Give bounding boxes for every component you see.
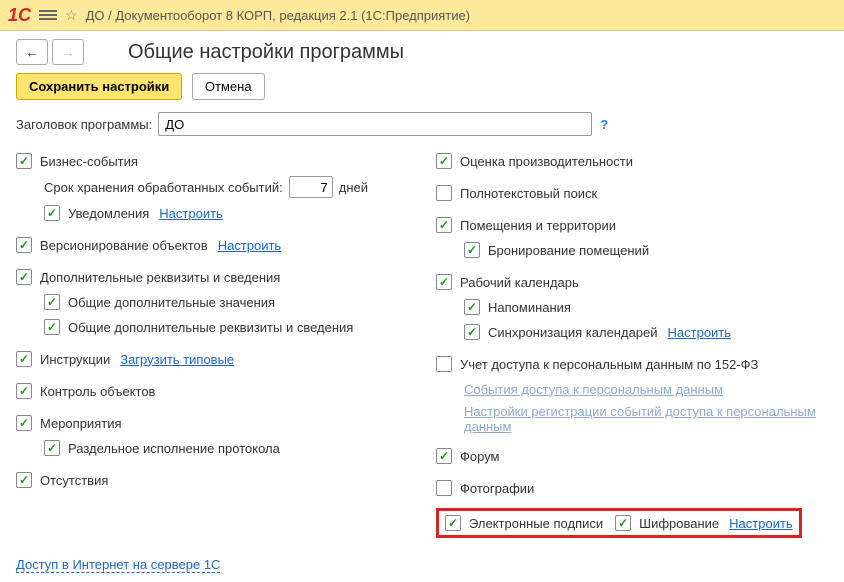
link-versioning-configure[interactable]: Настроить [218,238,282,253]
link-pd152-events: События доступа к персональным данным [464,382,723,397]
link-instructions-load[interactable]: Загрузить типовые [120,352,234,367]
checkbox-fulltext[interactable] [436,185,452,201]
checkbox-rooms[interactable] [436,217,452,233]
label-extra-attrs: Дополнительные реквизиты и сведения [40,270,280,285]
label-retention: Срок хранения обработанных событий: [44,180,283,195]
label-forum: Форум [460,449,500,464]
label-pd152: Учет доступа к персональным данным по 15… [460,357,758,372]
label-events-split: Раздельное исполнение протокола [68,441,280,456]
checkbox-cal-sync[interactable] [464,324,480,340]
favorite-icon[interactable]: ☆ [65,7,78,24]
highlight-esign-group: Электронные подписи Шифрование Настроить [436,508,802,538]
checkbox-object-control[interactable] [16,383,32,399]
checkbox-absence[interactable] [16,472,32,488]
checkbox-extra-common-attrs[interactable] [44,319,60,335]
checkbox-encrypt[interactable] [615,515,631,531]
cancel-button[interactable]: Отмена [192,73,265,100]
label-absence: Отсутствия [40,473,108,488]
link-internet-access[interactable]: Доступ в Интернет на сервере 1С [16,557,220,573]
label-rooms: Помещения и территории [460,218,616,233]
checkbox-forum[interactable] [436,448,452,464]
checkbox-instructions[interactable] [16,351,32,367]
label-retention-unit: дней [339,180,368,195]
checkbox-pd152[interactable] [436,356,452,372]
label-fulltext: Полнотекстовый поиск [460,186,597,201]
link-esign-configure[interactable]: Настроить [729,516,793,531]
checkbox-events-split[interactable] [44,440,60,456]
checkbox-business-events[interactable] [16,153,32,169]
checkbox-performance[interactable] [436,153,452,169]
checkbox-events[interactable] [16,415,32,431]
checkbox-notifications[interactable] [44,205,60,221]
link-notifications-configure[interactable]: Настроить [159,206,223,221]
input-retention-days[interactable] [289,176,333,198]
label-calendar: Рабочий календарь [460,275,579,290]
label-instructions: Инструкции [40,352,110,367]
checkbox-extra-common-values[interactable] [44,294,60,310]
label-events: Мероприятия [40,416,122,431]
label-extra-common-attrs: Общие дополнительные реквизиты и сведени… [68,320,353,335]
label-notifications: Уведомления [68,206,149,221]
checkbox-extra-attrs[interactable] [16,269,32,285]
checkbox-calendar[interactable] [436,274,452,290]
label-object-control: Контроль объектов [40,384,155,399]
nav-back-button[interactable]: ← [16,39,48,65]
link-pd152-settings: Настройки регистрации событий доступа к … [464,404,844,434]
help-icon[interactable]: ? [600,117,608,132]
label-performance: Оценка производительности [460,154,633,169]
label-photos: Фотографии [460,481,534,496]
checkbox-versioning[interactable] [16,237,32,253]
nav-forward-button: → [52,39,84,65]
label-rooms-book: Бронирование помещений [488,243,649,258]
checkbox-photos[interactable] [436,480,452,496]
label-business-events: Бизнес-события [40,154,138,169]
app-logo: 1C [8,5,31,26]
label-versioning: Версионирование объектов [40,238,208,253]
page-title: Общие настройки программы [128,41,404,64]
checkbox-esign[interactable] [445,515,461,531]
link-cal-sync-configure[interactable]: Настроить [668,325,732,340]
label-extra-common-values: Общие дополнительные значения [68,295,275,310]
checkbox-reminders[interactable] [464,299,480,315]
program-title-input[interactable] [158,112,592,136]
program-title-label: Заголовок программы: [16,117,152,132]
label-encrypt: Шифрование [639,516,719,531]
checkbox-rooms-book[interactable] [464,242,480,258]
save-button[interactable]: Сохранить настройки [16,73,182,100]
label-cal-sync: Синхронизация календарей [488,325,658,340]
menu-icon[interactable] [39,8,57,22]
label-reminders: Напоминания [488,300,571,315]
label-esign: Электронные подписи [469,516,603,531]
window-title: ДО / Документооборот 8 КОРП, редакция 2.… [86,8,471,23]
